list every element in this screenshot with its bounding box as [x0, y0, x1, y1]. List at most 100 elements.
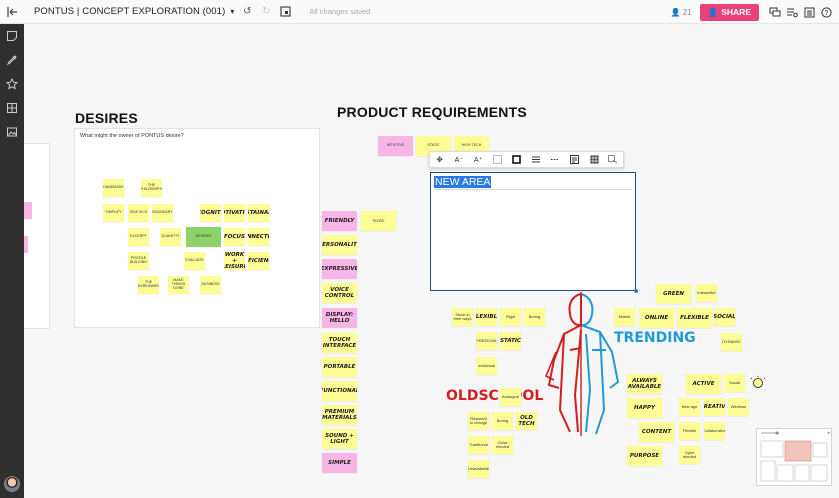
- sticky-note[interactable]: DYNAMIC: [721, 333, 742, 351]
- sticky-note[interactable]: SOUND + LIGHT: [322, 429, 357, 449]
- undo-icon[interactable]: ↺: [241, 6, 253, 18]
- text-area-value[interactable]: NEW AREA: [434, 176, 492, 188]
- sticky-note[interactable]: FUNCTIONAL: [322, 381, 357, 401]
- sticky-note-icon[interactable]: [0, 24, 24, 48]
- sticky-note[interactable]: FOCUS: [224, 228, 245, 246]
- sticky-note[interactable]: Close minded: [492, 436, 513, 454]
- sticky-note[interactable]: PROFILE BUILDING: [128, 252, 149, 270]
- sticky-note[interactable]: BUSINESS: [200, 276, 221, 294]
- sticky-note[interactable]: Social: [724, 374, 745, 392]
- sticky-note[interactable]: CREATIVE: [704, 398, 725, 416]
- sticky-note[interactable]: PORTABLE: [322, 357, 357, 377]
- sticky-note[interactable]: Boring: [524, 308, 545, 326]
- border-color-icon[interactable]: [507, 152, 526, 168]
- sticky-note[interactable]: TOUCH INTERFACE: [322, 333, 357, 353]
- star-icon[interactable]: [0, 72, 24, 96]
- sticky-note[interactable]: VOICE CONTROL: [322, 283, 357, 303]
- sticky-note[interactable]: SIDE KICK: [128, 204, 149, 222]
- grid-icon[interactable]: [0, 96, 24, 120]
- sticky-note[interactable]: QUANTITY: [160, 228, 181, 246]
- sticky-note[interactable]: RECOGNITION: [200, 204, 221, 222]
- minimap[interactable]: +: [756, 428, 832, 486]
- image-icon[interactable]: [0, 120, 24, 144]
- sticky-note[interactable]: BOUNDARY: [152, 204, 173, 222]
- sticky-note[interactable]: EXPRESSIVE: [322, 259, 357, 279]
- sticky-note[interactable]: OLD TECH: [516, 412, 537, 430]
- sticky-note[interactable]: Boring: [492, 412, 513, 430]
- sticky-note[interactable]: Collaborative: [704, 422, 725, 440]
- sticky-note[interactable]: EFFICIENCY: [248, 252, 269, 270]
- sticky-note[interactable]: WORK + LEISURE: [224, 252, 245, 270]
- sticky-note[interactable]: FIXED: [361, 211, 396, 231]
- border-weight-icon[interactable]: [526, 152, 545, 168]
- layout-grid-icon[interactable]: [584, 152, 603, 168]
- more-options-icon[interactable]: [604, 152, 623, 168]
- activity-icon[interactable]: [785, 5, 799, 19]
- sticky-note[interactable]: Traditional: [468, 436, 489, 454]
- align-icon[interactable]: [565, 152, 584, 168]
- frame-icon[interactable]: [279, 6, 291, 18]
- sticky-note[interactable]: ALWAYS AVAILABLE: [627, 374, 662, 394]
- decrease-font-icon[interactable]: A⁻: [449, 152, 468, 168]
- sticky-note[interactable]: Wireless: [728, 398, 749, 416]
- sticky-note[interactable]: MAKE THINGS DONE: [168, 276, 189, 294]
- sticky-note[interactable]: SOCIAL: [714, 308, 735, 326]
- sticky-note-edge: [24, 202, 32, 219]
- sticky-note[interactable]: HAPPY: [627, 398, 662, 418]
- sticky-note[interactable]: Individual: [476, 357, 497, 375]
- back-icon[interactable]: [0, 0, 24, 24]
- title-dropdown-icon[interactable]: ▾: [230, 7, 234, 16]
- sticky-note[interactable]: Open minded: [679, 446, 700, 464]
- sticky-note[interactable]: Flexible: [679, 422, 700, 440]
- comments-icon[interactable]: [768, 5, 782, 19]
- help-icon[interactable]: ?: [819, 5, 833, 19]
- sticky-note[interactable]: Resistant to change: [468, 412, 489, 430]
- fill-color-icon[interactable]: [488, 152, 507, 168]
- sticky-note[interactable]: PURPOSE: [627, 446, 662, 466]
- sticky-note[interactable]: EXCERPT: [128, 228, 149, 246]
- list-icon[interactable]: [802, 5, 816, 19]
- sticky-note[interactable]: FREEDOM: [476, 332, 497, 350]
- sticky-note[interactable]: DISPLAY: HELLO: [322, 308, 357, 328]
- sticky-note[interactable]: Unavailable: [468, 460, 489, 478]
- board-title[interactable]: PONTUS | CONCEPT EXPLORATION (001): [34, 6, 225, 17]
- sticky-note[interactable]: FLEXIBLE: [677, 308, 712, 328]
- sticky-note[interactable]: SIMPLIFY: [103, 204, 124, 222]
- sticky-note[interactable]: STATIC: [500, 332, 521, 350]
- sticky-note-edge: [24, 236, 28, 253]
- sticky-note[interactable]: ACTIVE: [686, 374, 721, 394]
- sticky-note[interactable]: HANDMADE: [103, 179, 124, 197]
- sticky-note[interactable]: INTUITIVE: [378, 136, 413, 156]
- sticky-note[interactable]: Stuck in their ways: [452, 308, 473, 326]
- sticky-note[interactable]: FRIENDLY: [322, 211, 357, 231]
- sticky-note[interactable]: SIMPLE: [322, 453, 357, 473]
- sticky-note[interactable]: FLEXIBLE: [476, 308, 497, 326]
- sticky-note[interactable]: ONLINE: [639, 308, 674, 328]
- sticky-note[interactable]: Analogue: [500, 388, 521, 406]
- sticky-note[interactable]: PREMIUM MATERIALS: [322, 405, 357, 425]
- sticky-note[interactable]: EVALUATE: [184, 252, 205, 270]
- redo-icon[interactable]: ↻: [260, 6, 272, 18]
- sticky-note[interactable]: SUSTAINABLE: [248, 204, 269, 222]
- sticky-note[interactable]: CONTENT: [639, 422, 674, 442]
- sticky-note-desires[interactable]: DESIRES: [186, 227, 221, 247]
- move-icon[interactable]: ✥: [430, 152, 449, 168]
- sticky-note[interactable]: New age: [679, 398, 700, 416]
- draw-icon[interactable]: [0, 48, 24, 72]
- board-canvas[interactable]: DESIRES What might the owner of PONTUS d…: [24, 24, 839, 498]
- increase-font-icon[interactable]: A⁺: [469, 152, 488, 168]
- sticky-note[interactable]: Rigid: [500, 308, 521, 326]
- sticky-note[interactable]: MOTIVATION: [224, 204, 245, 222]
- text-area-box[interactable]: NEW AREA: [430, 172, 638, 293]
- share-button[interactable]: 👤 SHARE: [699, 3, 759, 21]
- sticky-note[interactable]: GREEN: [656, 284, 691, 304]
- border-style-icon[interactable]: [546, 152, 565, 168]
- sticky-note[interactable]: PERSONALITY: [322, 235, 357, 255]
- sticky-note[interactable]: THE ENVIRONMENT: [138, 276, 159, 294]
- sticky-note[interactable]: Interactive: [696, 284, 717, 302]
- avatar[interactable]: [4, 476, 20, 492]
- sticky-note[interactable]: CONNECTION: [248, 228, 269, 246]
- collaborators-count[interactable]: 👤 21: [671, 8, 692, 17]
- sticky-note[interactable]: Mobile: [614, 308, 635, 326]
- sticky-note[interactable]: THE PHILOSOPHY: [141, 179, 162, 197]
